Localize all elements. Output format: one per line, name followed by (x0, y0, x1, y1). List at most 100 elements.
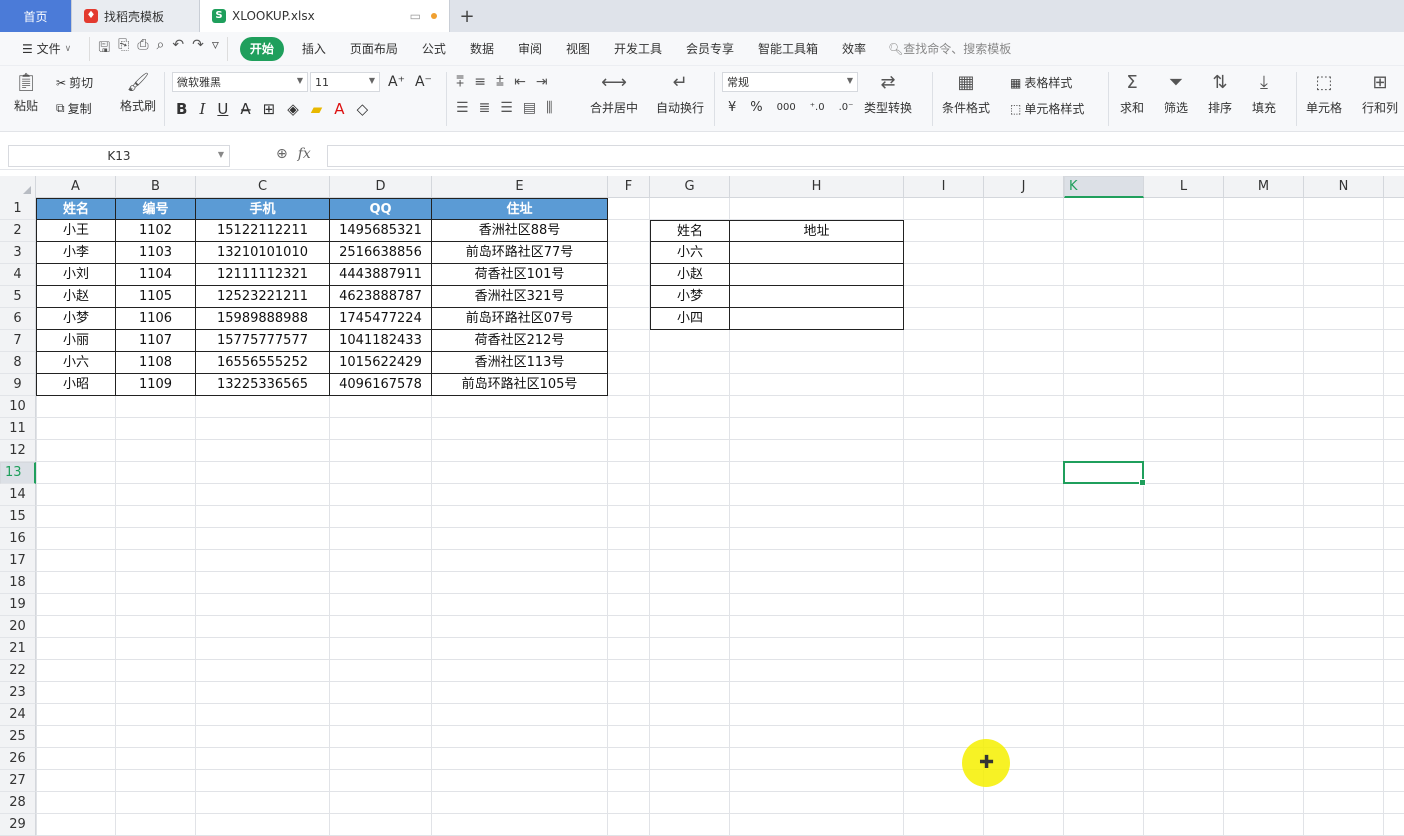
cell[interactable]: 16556555252 (196, 352, 330, 374)
cell[interactable]: 前岛环路社区77号 (432, 242, 608, 264)
cell[interactable]: 15989888988 (196, 308, 330, 330)
row-header[interactable]: 7 (0, 330, 36, 352)
row-header[interactable]: 20 (0, 616, 36, 638)
cell[interactable]: 1107 (116, 330, 196, 352)
redo-icon[interactable]: ↷ (192, 37, 204, 61)
cell[interactable]: 香洲社区113号 (432, 352, 608, 374)
menu-item[interactable]: 审阅 (506, 37, 554, 61)
menu-item[interactable]: 效率 (830, 37, 878, 61)
row-header[interactable]: 4 (0, 264, 36, 286)
row-header[interactable]: 22 (0, 660, 36, 682)
cell[interactable]: 13225336565 (196, 374, 330, 396)
cell[interactable]: 小四 (650, 308, 730, 330)
table-style-button[interactable]: ▦ 表格样式 (1010, 74, 1072, 91)
align-top-icon[interactable]: ⩱ (456, 74, 464, 90)
cell[interactable]: 1102 (116, 220, 196, 242)
cell[interactable]: QQ (330, 198, 432, 220)
cell[interactable]: 13210101010 (196, 242, 330, 264)
cell[interactable]: 1015622429 (330, 352, 432, 374)
cell[interactable]: 2516638856 (330, 242, 432, 264)
menu-item[interactable]: 开始 (239, 36, 284, 61)
row-header[interactable]: 13 (0, 462, 36, 484)
spreadsheet-grid[interactable]: ABCDEFGHIJKLMN 1 2 3 4 5 6 7 8 9 10 11 12 13 14 15 16 17… (0, 176, 1404, 836)
cell[interactable]: 1041182433 (330, 330, 432, 352)
cell[interactable]: 荷香社区212号 (432, 330, 608, 352)
align-bottom-icon[interactable]: ⩲ (496, 74, 504, 90)
column-header[interactable]: M (1224, 176, 1304, 198)
row-col-button[interactable]: ⊞ 行和列 (1362, 72, 1398, 116)
cell-button[interactable]: ⬚ 单元格 (1306, 72, 1342, 116)
highlight-icon[interactable]: ▰ (311, 100, 323, 118)
row-header[interactable]: 9 (0, 374, 36, 396)
undo-icon[interactable]: ↶ (172, 37, 184, 61)
font-size-select[interactable]: 11 ▼ (310, 72, 380, 92)
cell-area[interactable]: 姓名 编号 手机 QQ 住址 小王 1102 15122112211 1495685321 香洲社… (36, 198, 1404, 836)
cell[interactable]: 1745477224 (330, 308, 432, 330)
name-box[interactable]: K13 ▼ (8, 145, 230, 167)
cell[interactable]: 1106 (116, 308, 196, 330)
cell[interactable]: 住址 (432, 198, 608, 220)
cell[interactable]: 香洲社区321号 (432, 286, 608, 308)
cell[interactable]: 小六 (36, 352, 116, 374)
cell[interactable]: 小刘 (36, 264, 116, 286)
align-left-icon[interactable]: ☰ (456, 100, 469, 116)
menu-item[interactable]: 视图 (554, 37, 602, 61)
cell[interactable] (730, 242, 904, 264)
column-header[interactable]: A (36, 176, 116, 198)
column-header[interactable]: E (432, 176, 608, 198)
cell[interactable] (730, 264, 904, 286)
cell[interactable]: 12523221211 (196, 286, 330, 308)
column-header[interactable]: B (116, 176, 196, 198)
sort-button[interactable]: ⇅ 排序 (1208, 72, 1232, 116)
filter-button[interactable]: ⏷ 筛选 (1164, 72, 1188, 116)
column-header[interactable]: K (1064, 176, 1144, 198)
row-header[interactable]: 19 (0, 594, 36, 616)
menu-item[interactable]: 开发工具 (602, 37, 674, 61)
row-header[interactable]: 3 (0, 242, 36, 264)
window-icon[interactable]: ▭ (410, 9, 421, 23)
export-icon[interactable]: ⎘ (118, 37, 129, 61)
row-header[interactable]: 1 (0, 198, 36, 220)
file-menu[interactable]: ☰ 文件 ∨ (10, 37, 83, 61)
row-header[interactable]: 10 (0, 396, 36, 418)
row-header[interactable]: 16 (0, 528, 36, 550)
selection-box[interactable] (1063, 461, 1146, 486)
cell[interactable] (730, 286, 904, 308)
fill-color-icon[interactable]: ◈ (287, 100, 299, 118)
font-shrink-icon[interactable]: A⁻ (415, 74, 432, 90)
cell[interactable]: 4623888787 (330, 286, 432, 308)
border-icon[interactable]: ⊞ (263, 100, 276, 118)
row-header[interactable]: 18 (0, 572, 36, 594)
tab-home[interactable]: 首页 (0, 0, 72, 32)
row-header[interactable]: 25 (0, 726, 36, 748)
cell[interactable]: 1495685321 (330, 220, 432, 242)
row-header[interactable]: 11 (0, 418, 36, 440)
italic-button[interactable]: I (199, 100, 205, 118)
row-header[interactable]: 21 (0, 638, 36, 660)
menu-item[interactable]: 公式 (410, 37, 458, 61)
row-header[interactable]: 2 (0, 220, 36, 242)
cell[interactable]: 1103 (116, 242, 196, 264)
plus-icon[interactable]: + (450, 0, 484, 32)
cell[interactable]: 小昭 (36, 374, 116, 396)
row-header[interactable]: 17 (0, 550, 36, 572)
cell[interactable]: 小丽 (36, 330, 116, 352)
align-middle-icon[interactable]: ≡ (474, 74, 486, 90)
row-header[interactable]: 15 (0, 506, 36, 528)
font-name-select[interactable]: 微软雅黑 ▼ (172, 72, 308, 92)
cell[interactable]: 地址 (730, 220, 904, 242)
cell[interactable]: 姓名 (36, 198, 116, 220)
cell[interactable]: 15122112211 (196, 220, 330, 242)
menu-item[interactable]: 会员专享 (674, 37, 746, 61)
tab-template[interactable]: ♦ 找稻壳模板 (72, 0, 200, 32)
cell[interactable]: 前岛环路社区07号 (432, 308, 608, 330)
cell[interactable]: 小梦 (650, 286, 730, 308)
cell[interactable]: 4443887911 (330, 264, 432, 286)
strikethrough-icon[interactable]: A̶ (240, 100, 250, 118)
cell[interactable]: 前岛环路社区105号 (432, 374, 608, 396)
underline-button[interactable]: U (217, 100, 228, 118)
cell[interactable]: 1109 (116, 374, 196, 396)
select-all-corner[interactable] (0, 176, 36, 198)
fill-button[interactable]: ⤓ 填充 (1252, 72, 1276, 116)
thousands-button[interactable]: 000 (777, 102, 796, 113)
